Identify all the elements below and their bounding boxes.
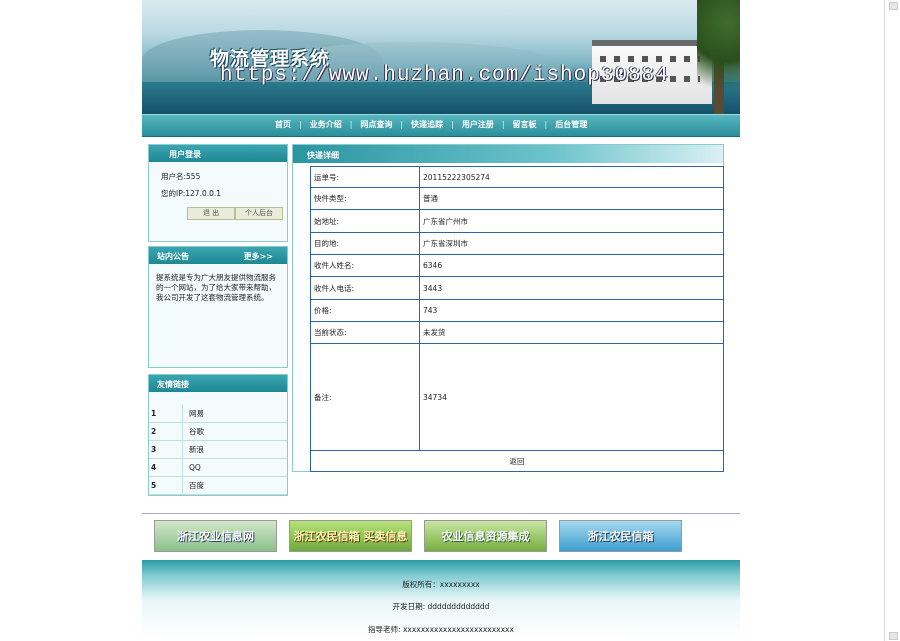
table-row: 收件人姓名: 6346 — [310, 254, 724, 277]
partner-banner-resource[interactable]: 农业信息资源集成 — [424, 520, 547, 552]
field-value: 普通 — [419, 187, 724, 210]
partner-banner-agri-info[interactable]: 浙江农业信息网 — [154, 520, 277, 552]
ip-text: 您的IP:127.0.0.1 — [161, 189, 222, 198]
link-item[interactable]: 网易 — [182, 405, 287, 423]
banner-tree — [697, 0, 740, 114]
notice-panel-header: 站内公告 更多>> — [149, 247, 287, 264]
watermark-text: https://www.huzhan.com/ishop30884 — [220, 64, 669, 87]
links-panel-title: 友情链接 — [157, 380, 189, 389]
link-row: 5 百度 — [149, 476, 287, 495]
nav-register[interactable]: 用户注册 — [462, 119, 494, 130]
field-value: 3443 — [419, 276, 724, 300]
scrollbar-up-arrow[interactable] — [889, 2, 898, 10]
field-value: 广东省广州市 — [419, 209, 724, 233]
nav-separator: | — [544, 120, 548, 129]
nav-admin[interactable]: 后台管理 — [555, 119, 587, 130]
link-number: 1 — [149, 405, 183, 423]
links-panel-header: 友情链接 — [149, 375, 287, 392]
section-divider — [142, 513, 740, 514]
nav-outlets[interactable]: 网点查询 — [360, 119, 392, 130]
table-row: 始地址: 广东省广州市 — [310, 209, 724, 233]
notice-content: 提系统是专为广大朋友提供物流服务的一个网站，为了给大家带来帮助，我公司开发了这套… — [156, 273, 276, 302]
login-panel-title: 用户登录 — [169, 150, 201, 159]
table-row: 运单号: 20115222305274 — [310, 166, 724, 188]
field-value: 34734 — [419, 343, 724, 451]
nav-home[interactable]: 首页 — [275, 119, 291, 130]
header-banner: 物流管理系统 https://www.huzhan.com/ishop30884 — [142, 0, 740, 114]
nav-separator: | — [451, 120, 454, 129]
link-row: 4 QQ — [149, 458, 287, 477]
field-label: 价格: — [310, 299, 420, 322]
login-panel-header: 用户登录 — [149, 145, 287, 162]
detail-title: 快递详细 — [307, 151, 339, 160]
scrollbar-down-arrow[interactable] — [889, 632, 898, 640]
notice-panel: 站内公告 更多>> 提系统是专为广大朋友提供物流服务的一个网站，为了给大家带来帮… — [148, 246, 288, 368]
nav-tracking[interactable]: 快递追踪 — [411, 119, 443, 130]
personal-center-button[interactable]: 个人后台 — [235, 207, 283, 220]
link-number: 4 — [149, 458, 183, 477]
notice-more-link[interactable]: 更多>> — [244, 251, 273, 262]
field-label: 收件人电话: — [310, 276, 420, 300]
detail-header: 快递详细 — [293, 145, 723, 163]
field-label: 快件类型: — [310, 187, 420, 210]
link-item[interactable]: QQ — [182, 458, 287, 477]
nav-business[interactable]: 业务介绍 — [310, 119, 342, 130]
link-row: 2 谷歌 — [149, 422, 287, 441]
field-label: 目的地: — [310, 232, 420, 255]
link-item[interactable]: 谷歌 — [182, 422, 287, 441]
detail-table: 运单号: 20115222305274 快件类型: 普通 始地址: 广东省广州市 目的… — [310, 166, 724, 472]
username-text: 用户名:555 — [161, 172, 201, 181]
link-item[interactable]: 新浪 — [182, 440, 287, 459]
footer-teacher: 指导老师: xxxxxxxxxxxxxxxxxxxxxxxxx — [368, 625, 514, 634]
field-label: 当前状态: — [310, 321, 420, 344]
field-label: 始地址: — [310, 209, 420, 233]
partner-banner-mailbox[interactable]: 浙江农民信箱 — [559, 520, 682, 552]
footer-copyright: 版权所有：xxxxxxxxx — [402, 580, 480, 589]
field-value: 743 — [419, 299, 724, 322]
nav-separator: | — [501, 120, 505, 129]
table-row: 价格: 743 — [310, 299, 724, 322]
table-row: 当前状态: 未发货 — [310, 321, 724, 344]
notice-panel-title: 站内公告 — [157, 252, 189, 261]
table-row: 收件人电话: 3443 — [310, 276, 724, 300]
field-label: 收件人姓名: — [310, 254, 420, 277]
field-value: 6346 — [419, 254, 724, 277]
field-label: 运单号: — [310, 166, 420, 188]
table-row: 返回 — [310, 450, 724, 472]
partner-banner-trade-info[interactable]: 浙江农民信箱 买卖信息 — [289, 520, 412, 552]
link-row: 3 新浪 — [149, 440, 287, 459]
table-row: 快件类型: 普通 — [310, 187, 724, 210]
nav-separator: | — [299, 120, 302, 129]
table-row: 备注: 34734 — [310, 343, 724, 451]
link-number: 5 — [149, 476, 183, 495]
link-number: 3 — [149, 440, 183, 459]
footer: 版权所有：xxxxxxxxx 开发日期: ddddddddddddd 指导老师:… — [142, 560, 740, 641]
link-number: 2 — [149, 422, 183, 441]
express-detail-panel: 快递详细 运单号: 20115222305274 快件类型: 普通 始地址: 广东省广… — [292, 144, 724, 472]
nav-separator: | — [349, 120, 353, 129]
nav-separator: | — [400, 120, 404, 129]
field-value: 广东省深圳市 — [419, 232, 724, 255]
nav-guestbook[interactable]: 留言板 — [513, 119, 537, 130]
window-edge — [884, 0, 885, 641]
field-value: 20115222305274 — [419, 166, 724, 188]
link-item[interactable]: 百度 — [182, 476, 287, 495]
field-value: 未发货 — [419, 321, 724, 344]
table-row: 目的地: 广东省深圳市 — [310, 232, 724, 255]
login-panel: 用户登录 用户名:555 您的IP:127.0.0.1 退 出 个人后台 — [148, 144, 288, 242]
friend-links-panel: 友情链接 1 网易 2 谷歌 3 新浪 4 QQ 5 百度 — [148, 374, 288, 496]
field-label: 备注: — [310, 343, 420, 451]
footer-developer: 开发日期: ddddddddddddd — [392, 602, 490, 611]
link-row: 1 网易 — [149, 405, 287, 423]
back-link[interactable]: 返回 — [310, 450, 724, 472]
main-nav: 首页 | 业务介绍 | 网点查询 | 快递追踪 | 用户注册 | 留言板 | 后台管理 — [142, 114, 740, 137]
logout-button[interactable]: 退 出 — [187, 207, 235, 220]
links-table: 1 网易 2 谷歌 3 新浪 4 QQ 5 百度 — [149, 405, 287, 495]
